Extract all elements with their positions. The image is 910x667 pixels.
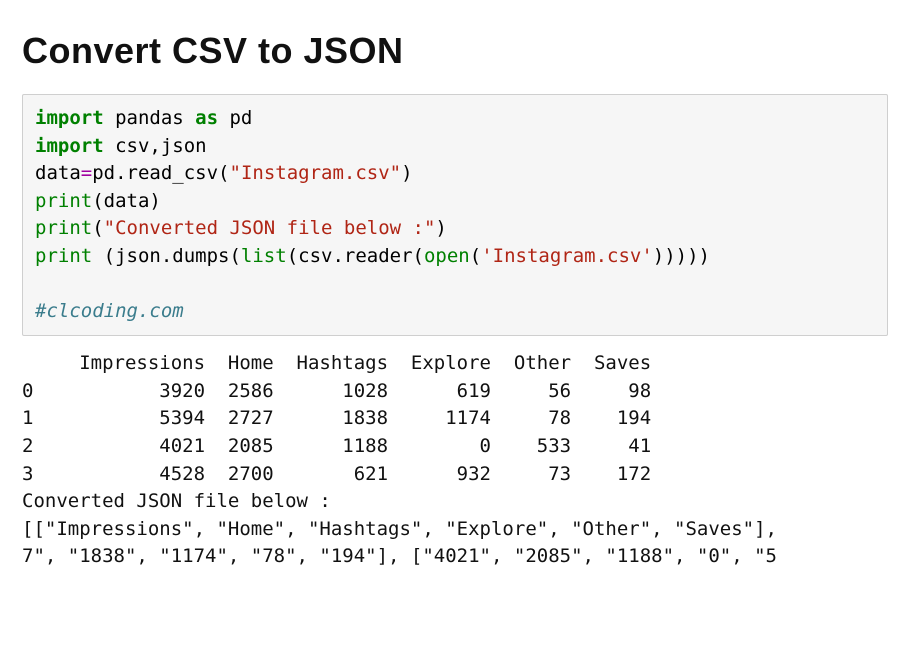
output-message: Converted JSON file below :: [22, 490, 331, 512]
code-builtin: open: [424, 245, 470, 267]
code-text: ): [401, 162, 412, 184]
code-text: csv,json: [104, 135, 207, 157]
code-block: import pandas as pd import csv,json data…: [22, 94, 888, 336]
code-operator: =: [81, 162, 92, 184]
code-keyword: import: [35, 107, 104, 129]
output-data-row: 2 4021 2085 1188 0 533 41: [22, 435, 651, 457]
output-header-row: Impressions Home Hashtags Explore Other …: [22, 352, 651, 374]
code-text: ))))): [653, 245, 710, 267]
code-builtin: list: [241, 245, 287, 267]
code-keyword: as: [195, 107, 218, 129]
output-json-line: 7", "1838", "1174", "78", "194"], ["4021…: [22, 545, 777, 567]
page-title: Convert CSV to JSON: [22, 30, 888, 72]
code-text: pandas: [104, 107, 196, 129]
code-text: pd: [218, 107, 252, 129]
code-text: pd.read_csv(: [92, 162, 229, 184]
output-json-line: [["Impressions", "Home", "Hashtags", "Ex…: [22, 518, 777, 540]
code-text: (data): [92, 190, 161, 212]
output-data-row: 0 3920 2586 1028 619 56 98: [22, 380, 651, 402]
code-builtin: print: [35, 190, 92, 212]
output-block: Impressions Home Hashtags Explore Other …: [22, 350, 888, 570]
output-data-row: 1 5394 2727 1838 1174 78 194: [22, 407, 651, 429]
code-text: (: [470, 245, 481, 267]
code-text: (csv.reader(: [287, 245, 424, 267]
code-comment: #clcoding.com: [35, 300, 184, 322]
output-data-row: 3 4528 2700 621 932 73 172: [22, 463, 651, 485]
code-text: (json.dumps(: [92, 245, 241, 267]
code-builtin: print: [35, 217, 92, 239]
code-string: 'Instagram.csv': [481, 245, 653, 267]
code-builtin: print: [35, 245, 92, 267]
code-text: data: [35, 162, 81, 184]
code-string: "Instagram.csv": [230, 162, 402, 184]
code-string: "Converted JSON file below :": [104, 217, 436, 239]
code-text: ): [435, 217, 446, 239]
code-text: (: [92, 217, 103, 239]
code-keyword: import: [35, 135, 104, 157]
